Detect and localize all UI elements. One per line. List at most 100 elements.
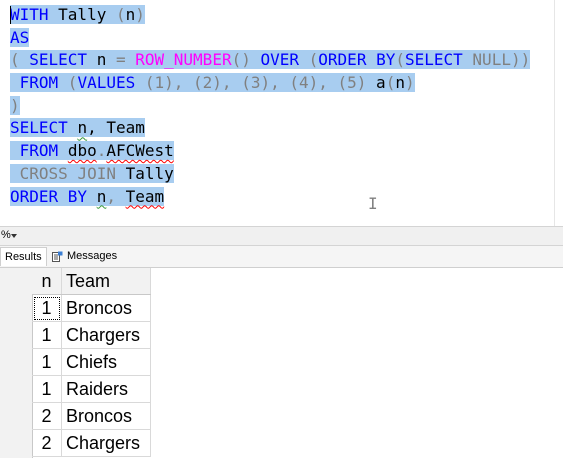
code-token: n xyxy=(395,73,405,93)
results-grid[interactable]: n Team 1 Broncos 1 Chargers 1 Chiefs 1 R… xyxy=(0,268,563,458)
ibeam-cursor-icon: I xyxy=(368,194,378,213)
code-line[interactable]: ) xyxy=(10,95,530,118)
code-token: a xyxy=(366,73,386,93)
results-table[interactable]: n Team 1 Broncos 1 Chargers 1 Chiefs 1 R… xyxy=(32,268,151,457)
code-line-selection: FROM dbo.AFCWest xyxy=(10,141,174,161)
sql-code[interactable]: WITH Tally (n) AS( SELECT n = ROW_NUMBER(… xyxy=(10,4,531,209)
tab-messages-label: Messages xyxy=(67,250,118,262)
code-token: )) xyxy=(510,50,531,70)
code-token: = xyxy=(115,50,126,70)
table-row[interactable]: 1 Chiefs xyxy=(32,348,151,376)
code-token: ( xyxy=(115,5,126,24)
code-token: ( xyxy=(10,50,30,70)
code-token: () xyxy=(231,50,261,70)
table-row[interactable]: 2 Broncos xyxy=(32,402,151,430)
code-line-selection: WITH Tally (n) xyxy=(10,5,145,24)
code-token: CROSS JOIN xyxy=(19,163,116,183)
code-token: OVER xyxy=(260,50,300,70)
code-token: ORDER BY xyxy=(10,186,88,206)
code-token: WITH xyxy=(10,5,49,24)
editor-vertical-scrollbar[interactable] xyxy=(554,0,563,226)
cell-team[interactable]: Raiders xyxy=(61,375,151,403)
code-token: . xyxy=(96,141,107,161)
code-token: Team xyxy=(125,186,165,206)
tab-results[interactable]: Results xyxy=(0,247,47,266)
code-token: AS xyxy=(10,27,30,47)
cell-team[interactable]: Chargers xyxy=(61,429,151,457)
code-line-selection: ( SELECT n = ROW_NUMBER() OVER (ORDER BY… xyxy=(10,50,531,70)
tab-messages[interactable]: Messages xyxy=(49,247,119,266)
code-token: AFCWest xyxy=(106,141,174,161)
tab-results-label: Results xyxy=(5,251,42,263)
code-token: SELECT xyxy=(404,50,463,70)
column-header-n[interactable]: n xyxy=(32,268,62,295)
cell-team[interactable]: Chargers xyxy=(61,321,151,349)
code-token: ROW_NUMBER xyxy=(135,50,232,70)
zoom-dropdown-icon[interactable] xyxy=(11,234,17,238)
code-token: (1), (2), (3), (4), (5) xyxy=(135,73,367,93)
code-token: NULL xyxy=(472,50,511,70)
code-line[interactable]: AS xyxy=(10,27,530,50)
code-token: Tally xyxy=(115,163,174,183)
cell-n[interactable]: 1 xyxy=(32,348,62,376)
code-line-selection: FROM (VALUES (1), (2), (3), (4), (5) a(n… xyxy=(10,73,415,93)
code-line[interactable]: WITH Tally (n) xyxy=(10,4,530,27)
code-line[interactable]: FROM (VALUES (1), (2), (3), (4), (5) a(n… xyxy=(10,72,530,95)
query-editor[interactable]: WITH Tally (n) AS( SELECT n = ROW_NUMBER(… xyxy=(0,0,563,226)
code-line[interactable]: FROM dbo.AFCWest xyxy=(10,140,530,163)
code-line[interactable]: SELECT n, Team xyxy=(10,117,530,140)
code-token: SELECT xyxy=(10,118,68,138)
code-token: n xyxy=(96,186,107,206)
code-token: ( xyxy=(395,50,405,70)
cell-team[interactable]: Broncos xyxy=(61,402,151,430)
row-header-column xyxy=(0,268,33,458)
code-line-selection: ORDER BY n, Team xyxy=(10,186,165,206)
cell-n[interactable]: 1 xyxy=(32,375,62,403)
code-token: ( xyxy=(299,50,319,70)
code-token: Tally xyxy=(48,5,116,24)
code-token: ) xyxy=(404,73,415,93)
header-row: n Team xyxy=(32,268,151,295)
code-token: FROM xyxy=(19,141,59,161)
code-token: ( xyxy=(385,73,396,93)
code-token: ) xyxy=(10,95,20,115)
code-line-selection: CROSS JOIN Tally xyxy=(10,163,174,183)
code-line[interactable]: ORDER BY n, Team xyxy=(10,186,530,209)
code-token: , Team xyxy=(87,118,145,138)
code-line-selection: SELECT n, Team xyxy=(10,118,145,138)
messages-icon xyxy=(52,251,63,262)
code-token: n xyxy=(77,118,88,138)
cell-n[interactable]: 2 xyxy=(32,402,62,430)
table-row[interactable]: 1 Broncos xyxy=(32,294,151,322)
code-line-selection: AS xyxy=(10,27,30,47)
cell-n[interactable]: 2 xyxy=(32,429,62,457)
zoom-level[interactable]: % xyxy=(1,229,11,241)
cell-team[interactable]: Broncos xyxy=(61,294,151,322)
cell-team[interactable]: Chiefs xyxy=(61,348,151,376)
code-token: VALUES xyxy=(77,73,136,93)
table-row[interactable]: 2 Chargers xyxy=(32,429,151,457)
editor-gutter xyxy=(0,0,8,226)
cell-n[interactable]: 1 xyxy=(32,321,62,349)
code-token: ( xyxy=(58,73,78,93)
cell-n[interactable]: 1 xyxy=(32,294,62,322)
code-token: ) xyxy=(135,5,145,24)
text-caret xyxy=(10,6,11,24)
table-row[interactable]: 1 Raiders xyxy=(32,375,151,403)
column-header-team[interactable]: Team xyxy=(61,268,151,295)
code-line[interactable]: ( SELECT n = ROW_NUMBER() OVER (ORDER BY… xyxy=(10,49,531,72)
code-line[interactable]: CROSS JOIN Tally xyxy=(10,163,530,186)
code-token: FROM xyxy=(19,73,59,93)
code-line-selection: ) xyxy=(10,95,20,115)
code-token: ORDER BY xyxy=(318,50,396,70)
table-row[interactable]: 1 Chargers xyxy=(32,321,151,349)
zoom-bar: % xyxy=(0,226,563,246)
